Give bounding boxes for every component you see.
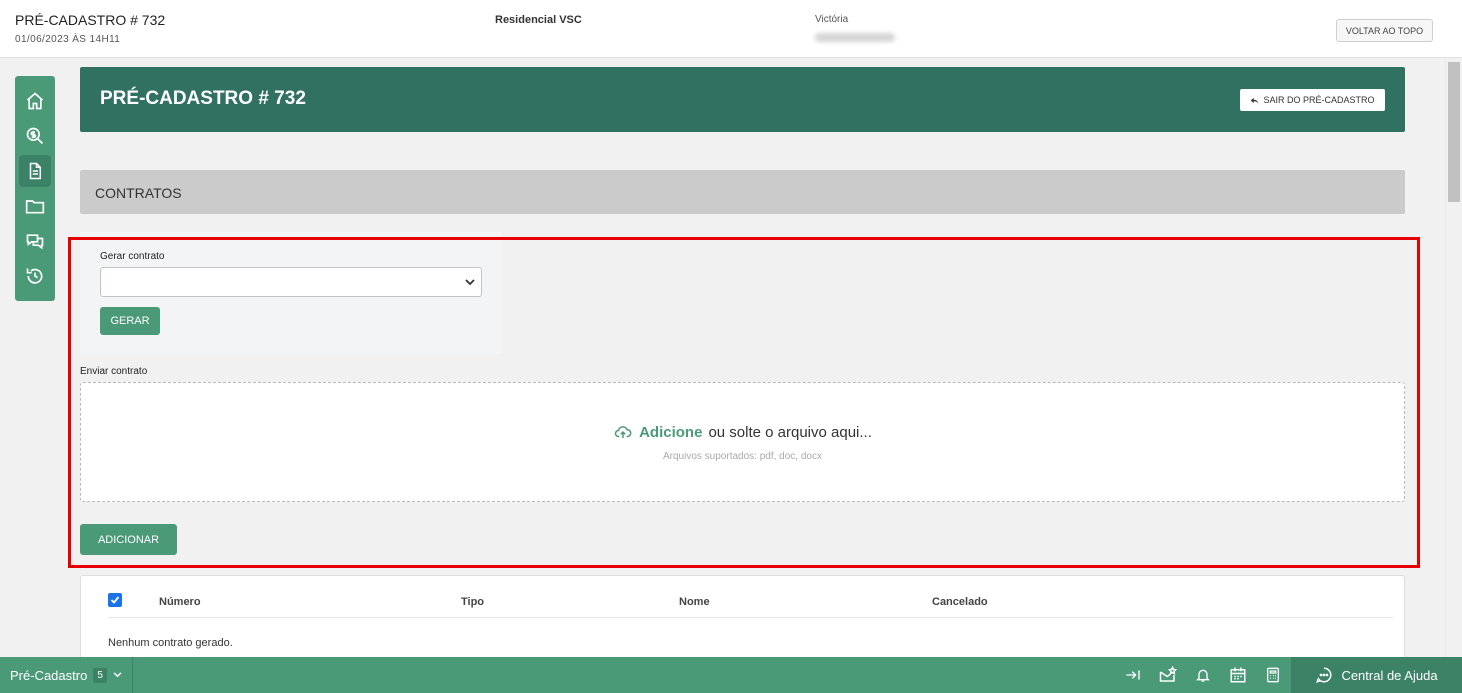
help-chat-icon bbox=[1316, 667, 1332, 684]
page-title: PRÉ-CADASTRO # 732 bbox=[100, 88, 306, 109]
home-icon[interactable] bbox=[19, 85, 51, 117]
bottom-bar: Pré-Cadastro 5 Central de Ajuda bbox=[0, 657, 1462, 693]
select-all-checkbox[interactable] bbox=[108, 593, 122, 607]
mail-star-icon[interactable] bbox=[1158, 665, 1178, 685]
help-center-button[interactable]: Central de Ajuda bbox=[1291, 657, 1462, 693]
column-header-tipo[interactable]: Tipo bbox=[461, 596, 484, 608]
check-icon bbox=[110, 596, 120, 604]
folder-icon[interactable] bbox=[19, 190, 51, 222]
reply-icon bbox=[1251, 97, 1259, 104]
collapse-arrow-icon[interactable] bbox=[1123, 665, 1143, 685]
document-icon[interactable] bbox=[19, 155, 51, 187]
table-divider bbox=[108, 617, 1393, 618]
calculator-icon[interactable] bbox=[1263, 665, 1283, 685]
highlight-box bbox=[68, 237, 1420, 568]
record-date: 01/06/2023 ÀS 14H11 bbox=[15, 34, 121, 45]
top-bar: PRÉ-CADASTRO # 732 01/06/2023 ÀS 14H11 R… bbox=[0, 0, 1462, 58]
blurred-phone bbox=[815, 33, 895, 42]
section-contracts: CONTRATOS bbox=[80, 170, 1405, 214]
search-money-icon[interactable] bbox=[19, 120, 51, 152]
help-center-label: Central de Ajuda bbox=[1341, 667, 1438, 683]
tab-count-badge: 5 bbox=[93, 667, 107, 683]
contracts-table: Número Tipo Nome Cancelado Nenhum contra… bbox=[80, 575, 1405, 665]
exit-precadastro-button[interactable]: SAIR DO PRÉ-CADASTRO bbox=[1240, 89, 1385, 111]
residencial-name: Residencial VSC bbox=[495, 14, 582, 26]
empty-message: Nenhum contrato gerado. bbox=[108, 637, 233, 649]
scrollbar[interactable] bbox=[1445, 58, 1462, 657]
scrollbar-thumb[interactable] bbox=[1448, 62, 1460, 202]
exit-label: SAIR DO PRÉ-CADASTRO bbox=[1263, 95, 1375, 105]
chat-icon[interactable] bbox=[19, 225, 51, 257]
back-to-top-button[interactable]: VOLTAR AO TOPO bbox=[1336, 19, 1433, 42]
side-nav bbox=[15, 76, 55, 301]
record-title: PRÉ-CADASTRO # 732 bbox=[15, 12, 166, 28]
precadastro-tab[interactable]: Pré-Cadastro 5 bbox=[0, 657, 133, 693]
column-header-numero[interactable]: Número bbox=[159, 596, 201, 608]
chevron-down-icon bbox=[113, 672, 122, 678]
column-header-nome[interactable]: Nome bbox=[679, 596, 710, 608]
column-header-cancelado[interactable]: Cancelado bbox=[932, 596, 988, 608]
user-name: Victória bbox=[815, 14, 849, 25]
page-header: PRÉ-CADASTRO # 732 SAIR DO PRÉ-CADASTRO bbox=[80, 67, 1405, 132]
tab-label: Pré-Cadastro bbox=[10, 667, 88, 683]
calendar-icon[interactable] bbox=[1228, 665, 1248, 685]
bell-icon[interactable] bbox=[1193, 665, 1213, 685]
section-title: CONTRATOS bbox=[95, 185, 182, 201]
history-icon[interactable] bbox=[19, 260, 51, 292]
